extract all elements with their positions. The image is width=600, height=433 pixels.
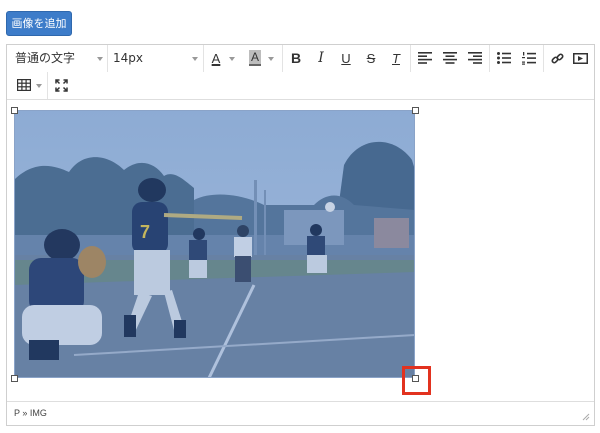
toolbar-divider bbox=[203, 45, 204, 72]
element-path: P » IMG bbox=[14, 408, 47, 418]
text-color-button[interactable]: A bbox=[206, 48, 226, 68]
align-center-icon bbox=[443, 52, 457, 64]
fullscreen-button[interactable] bbox=[51, 75, 71, 95]
numbered-list-icon bbox=[522, 51, 536, 65]
resize-grip-icon[interactable] bbox=[582, 413, 590, 421]
background-color-button[interactable]: A bbox=[245, 48, 265, 68]
strikethrough-button[interactable]: S bbox=[361, 48, 381, 68]
toolbar-divider bbox=[282, 45, 283, 72]
font-size-value: 14px bbox=[113, 51, 143, 65]
table-icon bbox=[17, 79, 31, 91]
align-right-button[interactable] bbox=[465, 48, 485, 68]
add-image-button[interactable]: 画像を追加 bbox=[6, 11, 72, 36]
editor-toolbar: 普通の文字 14px A A B I U S T bbox=[7, 45, 594, 100]
align-left-button[interactable] bbox=[415, 48, 435, 68]
link-button[interactable] bbox=[547, 48, 567, 68]
chevron-down-icon bbox=[268, 57, 274, 61]
italic-button[interactable]: I bbox=[311, 48, 331, 68]
editor-content-area[interactable]: 7 bbox=[7, 100, 594, 400]
link-icon bbox=[550, 52, 564, 64]
fullscreen-icon bbox=[54, 78, 68, 92]
italic-icon: I bbox=[318, 50, 324, 66]
toolbar-divider bbox=[47, 72, 48, 99]
clear-format-button[interactable]: T bbox=[386, 48, 406, 68]
resize-handle-bottom-left[interactable] bbox=[11, 375, 18, 382]
toolbar-divider bbox=[410, 45, 411, 72]
block-format-value: 普通の文字 bbox=[15, 51, 76, 65]
table-button[interactable] bbox=[13, 75, 35, 95]
resize-handle-bottom-right[interactable] bbox=[412, 375, 419, 382]
chevron-down-icon bbox=[36, 84, 42, 88]
toolbar-row-1: 普通の文字 14px A A B I U S T bbox=[7, 45, 594, 72]
text-color-icon: A bbox=[211, 50, 221, 66]
clear-format-icon: T bbox=[392, 50, 400, 66]
resize-handle-top-left[interactable] bbox=[11, 107, 18, 114]
block-format-select[interactable]: 普通の文字 bbox=[15, 45, 103, 72]
toolbar-divider bbox=[543, 45, 544, 72]
align-center-button[interactable] bbox=[440, 48, 460, 68]
bullet-list-button[interactable] bbox=[494, 48, 514, 68]
rich-text-editor: 普通の文字 14px A A B I U S T 7 P » IMG bbox=[6, 44, 595, 426]
align-left-icon bbox=[418, 52, 432, 64]
editor-statusbar: P » IMG bbox=[7, 401, 594, 425]
strikethrough-icon: S bbox=[366, 50, 376, 66]
toolbar-row-2 bbox=[7, 72, 594, 99]
baseball-photo[interactable]: 7 bbox=[14, 110, 415, 378]
numbered-list-button[interactable] bbox=[519, 48, 539, 68]
resize-handle-top-right[interactable] bbox=[412, 107, 419, 114]
toolbar-divider bbox=[107, 45, 108, 72]
chevron-down-icon bbox=[97, 57, 103, 61]
bold-icon: B bbox=[290, 50, 302, 66]
toolbar-divider bbox=[489, 45, 490, 72]
align-right-icon bbox=[468, 52, 482, 64]
background-color-icon: A bbox=[248, 50, 261, 66]
chevron-down-icon bbox=[229, 57, 235, 61]
chevron-down-icon bbox=[192, 57, 198, 61]
font-size-select[interactable]: 14px bbox=[113, 45, 198, 72]
media-icon bbox=[572, 52, 588, 64]
underline-button[interactable]: U bbox=[336, 48, 356, 68]
underline-icon: U bbox=[341, 50, 351, 66]
bold-button[interactable]: B bbox=[286, 48, 306, 68]
bullet-list-icon bbox=[497, 52, 511, 64]
media-button[interactable] bbox=[570, 48, 590, 68]
